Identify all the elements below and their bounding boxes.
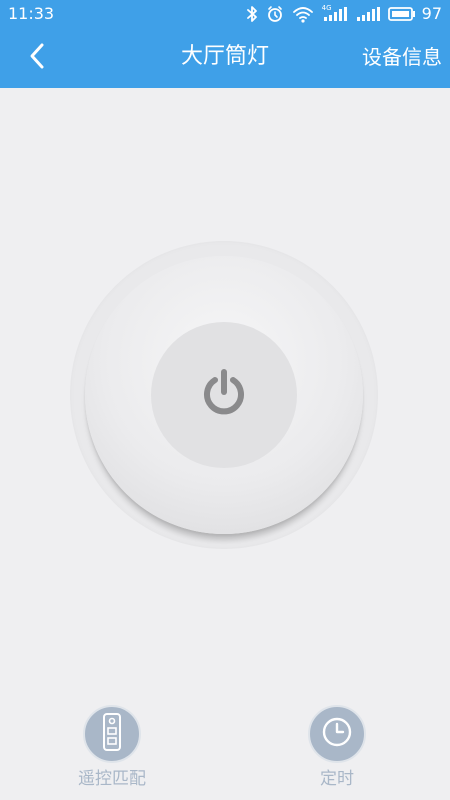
timer-button[interactable]: 定时 [277, 705, 397, 795]
timer-label: 定时 [320, 769, 354, 789]
remote-match-label: 遥控匹配 [78, 769, 146, 789]
cellular-signal-icon [356, 5, 380, 23]
remote-icon [100, 712, 124, 756]
navbar: 大厅筒灯 设备信息 [0, 28, 450, 88]
power-control [70, 241, 378, 549]
device-info-link[interactable]: 设备信息 [362, 42, 442, 72]
remote-match-circle [83, 705, 141, 763]
battery-icon [387, 6, 416, 22]
top-bar: 11:33 4G 97 大厅筒灯 设备信息 [0, 0, 450, 88]
wifi-icon [292, 5, 314, 23]
status-time: 11:33 [8, 4, 55, 23]
clock-icon [320, 715, 354, 753]
power-icon [197, 366, 251, 424]
power-button-disc[interactable] [85, 256, 363, 534]
alarm-icon [266, 5, 284, 23]
status-icons: 4G 97 [246, 3, 442, 25]
power-button[interactable] [151, 322, 297, 468]
cellular-4g-icon: 4G [322, 4, 348, 23]
status-bar: 11:33 4G 97 [0, 0, 450, 28]
timer-circle [308, 705, 366, 763]
remote-match-button[interactable]: 遥控匹配 [52, 705, 172, 795]
battery-level: 97 [421, 4, 442, 23]
bluetooth-icon [246, 5, 258, 23]
